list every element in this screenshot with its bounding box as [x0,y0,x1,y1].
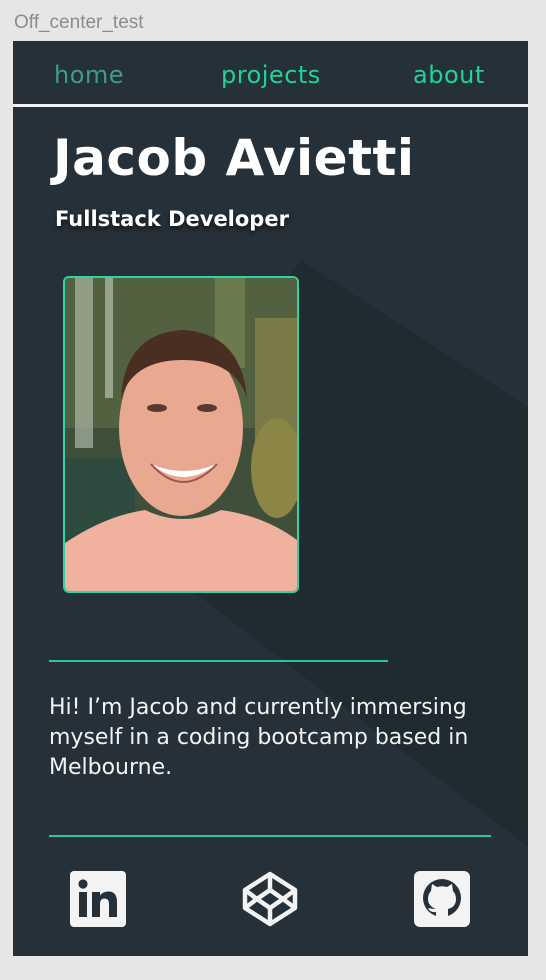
nav-divider [13,104,528,107]
page-title: Jacob Avietti [53,129,415,187]
profile-photo [63,276,299,593]
nav-projects-link[interactable]: projects [221,61,321,89]
linkedin-link[interactable] [70,871,126,927]
job-title: Fullstack Developer [55,207,289,231]
nav-home-link[interactable]: home [54,61,124,89]
artboard-label: Off_center_test [14,12,144,33]
nav-about-link[interactable]: about [413,61,485,89]
artboard: home projects about Jacob Avietti Fullst… [13,41,528,956]
top-nav: home projects about [13,41,528,104]
bio-text: Hi! I’m Jacob and currently immersing my… [49,695,469,780]
section-divider [49,835,491,837]
github-link[interactable] [414,871,470,927]
codepen-icon [242,871,298,927]
codepen-link[interactable] [242,871,298,927]
section-divider [49,660,388,662]
github-icon [414,871,470,927]
linkedin-icon [70,871,126,927]
